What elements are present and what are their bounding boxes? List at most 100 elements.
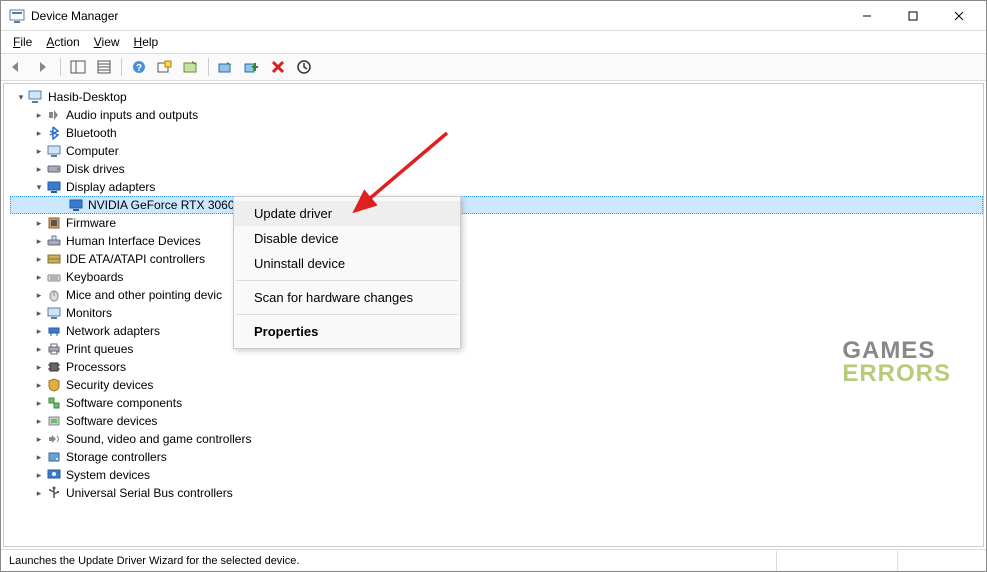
tree-category-software-devices[interactable]: ▸ Software devices	[10, 412, 983, 430]
tree-category-audio[interactable]: ▸ Audio inputs and outputs	[10, 106, 983, 124]
toolbar-separator	[60, 58, 61, 76]
caret-right-icon[interactable]: ▸	[32, 324, 46, 338]
toolbar-help-button[interactable]: ?	[127, 56, 151, 78]
ide-icon	[46, 251, 62, 267]
selected-device-label: NVIDIA GeForce RTX 3060 Ti	[88, 198, 247, 212]
device-tree[interactable]: ▾ Hasib-Desktop ▸ Audio inputs and outpu…	[4, 84, 983, 546]
tree-category-mice[interactable]: ▸ Mice and other pointing devic	[10, 286, 983, 304]
window-title: Device Manager	[31, 9, 118, 23]
device-manager-window: Device Manager File Action View Help	[0, 0, 987, 572]
tree-category-processors[interactable]: ▸ Processors	[10, 358, 983, 376]
caret-right-icon[interactable]: ▸	[32, 306, 46, 320]
tree-category-computer[interactable]: ▸ Computer	[10, 142, 983, 160]
tree-category-network[interactable]: ▸ Network adapters	[10, 322, 983, 340]
toolbar-update-driver-button[interactable]	[214, 56, 238, 78]
keyboard-icon	[46, 269, 62, 285]
firmware-icon	[46, 215, 62, 231]
caret-right-icon[interactable]: ▸	[32, 342, 46, 356]
tree-category-usb[interactable]: ▸ Universal Serial Bus controllers	[10, 484, 983, 502]
menu-disable-device[interactable]: Disable device	[234, 226, 460, 251]
tree-root[interactable]: ▾ Hasib-Desktop	[10, 88, 983, 106]
tree-category-keyboards[interactable]: ▸ Keyboards	[10, 268, 983, 286]
tree-category-storage[interactable]: ▸ Storage controllers	[10, 448, 983, 466]
monitor-icon	[46, 305, 62, 321]
caret-right-icon[interactable]: ▸	[32, 270, 46, 284]
toolbar: ?	[1, 53, 986, 81]
menu-file[interactable]: File	[7, 33, 38, 51]
tree-category-print-queues[interactable]: ▸ Print queues	[10, 340, 983, 358]
caret-right-icon[interactable]: ▸	[32, 396, 46, 410]
menu-update-driver[interactable]: Update driver	[234, 201, 460, 226]
toolbar-back-button[interactable]	[5, 56, 29, 78]
tree-device-gpu[interactable]: NVIDIA GeForce RTX 3060 Ti	[10, 196, 983, 214]
content-area: ▾ Hasib-Desktop ▸ Audio inputs and outpu…	[3, 83, 984, 547]
tree-category-hid[interactable]: ▸ Human Interface Devices	[10, 232, 983, 250]
tree-category-monitors[interactable]: ▸ Monitors	[10, 304, 983, 322]
display-icon	[68, 197, 84, 213]
tree-category-system[interactable]: ▸ System devices	[10, 466, 983, 484]
caret-right-icon[interactable]: ▸	[32, 126, 46, 140]
menu-properties[interactable]: Properties	[234, 319, 460, 344]
tree-category-security[interactable]: ▸ Security devices	[10, 376, 983, 394]
toolbar-separator	[208, 58, 209, 76]
toolbar-uninstall-button[interactable]	[266, 56, 290, 78]
software-icon	[46, 413, 62, 429]
printer-icon	[46, 341, 62, 357]
menu-view[interactable]: View	[88, 33, 126, 51]
caret-down-icon[interactable]: ▾	[32, 180, 46, 194]
toolbar-show-hide-tree-button[interactable]	[66, 56, 90, 78]
component-icon	[46, 395, 62, 411]
network-icon	[46, 323, 62, 339]
close-button[interactable]	[936, 1, 982, 31]
titlebar: Device Manager	[1, 1, 986, 31]
tree-root-label: Hasib-Desktop	[48, 90, 127, 104]
menu-help[interactable]: Help	[128, 33, 165, 51]
caret-right-icon[interactable]: ▸	[32, 216, 46, 230]
toolbar-action-button[interactable]	[153, 56, 177, 78]
app-icon	[9, 8, 25, 24]
toolbar-enable-button[interactable]	[292, 56, 316, 78]
tree-category-sound[interactable]: ▸ Sound, video and game controllers	[10, 430, 983, 448]
tree-category-disk-drives[interactable]: ▸ Disk drives	[10, 160, 983, 178]
toolbar-properties-button[interactable]	[92, 56, 116, 78]
menu-uninstall-device[interactable]: Uninstall device	[234, 251, 460, 276]
tree-category-display-adapters[interactable]: ▾ Display adapters	[10, 178, 983, 196]
caret-right-icon[interactable]: ▸	[32, 108, 46, 122]
statusbar: Launches the Update Driver Wizard for th…	[1, 549, 986, 571]
caret-right-icon[interactable]: ▸	[32, 468, 46, 482]
menu-action[interactable]: Action	[40, 33, 85, 51]
caret-right-icon[interactable]: ▸	[32, 486, 46, 500]
caret-right-icon[interactable]: ▸	[32, 378, 46, 392]
maximize-button[interactable]	[890, 1, 936, 31]
caret-right-icon[interactable]: ▸	[32, 252, 46, 266]
caret-right-icon[interactable]: ▸	[32, 288, 46, 302]
toolbar-forward-button[interactable]	[31, 56, 55, 78]
caret-right-icon[interactable]: ▸	[32, 450, 46, 464]
menu-scan-hardware[interactable]: Scan for hardware changes	[234, 285, 460, 310]
caret-right-icon[interactable]: ▸	[32, 360, 46, 374]
processor-icon	[46, 359, 62, 375]
hid-icon	[46, 233, 62, 249]
tree-category-firmware[interactable]: ▸ Firmware	[10, 214, 983, 232]
caret-right-icon[interactable]: ▸	[32, 234, 46, 248]
menubar: File Action View Help	[1, 31, 986, 53]
caret-right-icon[interactable]: ▸	[32, 414, 46, 428]
tree-category-software-components[interactable]: ▸ Software components	[10, 394, 983, 412]
caret-right-icon[interactable]: ▸	[32, 162, 46, 176]
statusbar-text: Launches the Update Driver Wizard for th…	[9, 555, 776, 567]
svg-text:?: ?	[136, 63, 142, 74]
tree-category-ide[interactable]: ▸ IDE ATA/ATAPI controllers	[10, 250, 983, 268]
display-icon	[46, 179, 62, 195]
toolbar-disable-button[interactable]	[240, 56, 264, 78]
tree-category-bluetooth[interactable]: ▸ Bluetooth	[10, 124, 983, 142]
caret-right-icon[interactable]: ▸	[32, 432, 46, 446]
caret-down-icon[interactable]: ▾	[14, 90, 28, 104]
storage-icon	[46, 449, 62, 465]
toolbar-scan-button[interactable]	[179, 56, 203, 78]
caret-right-icon[interactable]: ▸	[32, 144, 46, 158]
minimize-button[interactable]	[844, 1, 890, 31]
computer-icon	[28, 89, 44, 105]
menu-separator	[236, 280, 458, 281]
menu-separator	[236, 314, 458, 315]
security-icon	[46, 377, 62, 393]
